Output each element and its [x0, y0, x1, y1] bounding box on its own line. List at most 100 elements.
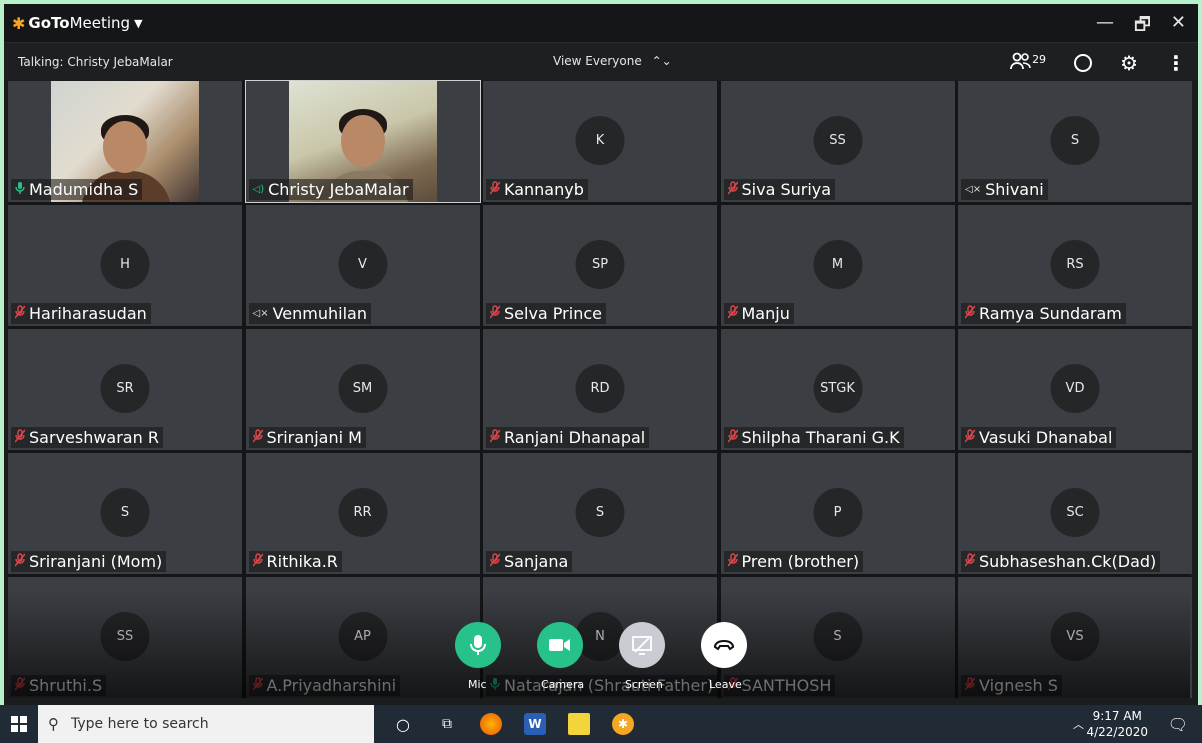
more-options-icon[interactable]: ⋮ — [1166, 51, 1186, 75]
app-name-rest: Meeting — [69, 14, 131, 32]
firefox-icon[interactable] — [480, 713, 502, 735]
participant-tile[interactable]: K Kannanyb — [483, 81, 717, 202]
participant-nameplate: Sriranjani (Mom) — [11, 551, 167, 572]
participant-avatar: RR — [338, 488, 387, 537]
window-controls: — 🗗 ✕ — [1096, 12, 1186, 42]
gotomeeting-taskbar-icon[interactable]: ✱ — [612, 713, 634, 735]
mic-label: Mic — [468, 678, 487, 691]
mic-muted-icon — [489, 181, 501, 198]
view-selector-label: View Everyone — [553, 54, 642, 68]
participant-avatar: RD — [575, 364, 625, 413]
participant-tile[interactable]: Madumidha S — [8, 81, 242, 202]
participant-tile[interactable]: SR Sarveshwaran R — [8, 329, 242, 450]
participant-name: Shivani — [985, 180, 1044, 199]
participant-nameplate: Manju — [723, 303, 794, 324]
participant-nameplate: Sarveshwaran R — [11, 427, 163, 448]
participant-avatar: STGK — [813, 364, 862, 413]
participant-count: 29 — [1032, 52, 1047, 66]
participant-avatar: SS — [813, 116, 862, 165]
participant-tile[interactable]: STGK Shilpha Tharani G.K — [720, 329, 955, 450]
participant-tile[interactable]: VS Vignesh S — [958, 577, 1192, 698]
participant-avatar: H — [100, 240, 150, 289]
settings-gear-icon[interactable]: ⚙ — [1120, 51, 1138, 75]
participant-grid: Madumidha S ◁) Christy JebaMalar K Kannanyb S… — [8, 80, 1192, 698]
participant-nameplate: Vasuki Dhanabal — [961, 427, 1117, 448]
task-view-icon[interactable]: ⧉ — [436, 713, 458, 735]
participant-avatar: AP — [338, 612, 387, 661]
participant-tile[interactable]: SS Siva Suriya — [720, 81, 955, 202]
participant-nameplate: Shruthi.S — [11, 675, 107, 696]
participant-nameplate: Rithika.R — [248, 551, 342, 572]
participant-name: Vignesh S — [979, 676, 1058, 695]
sticky-notes-icon[interactable] — [568, 713, 590, 735]
system-clock[interactable]: 9:17 AM 4/22/2020 — [1086, 708, 1148, 740]
participant-avatar: SM — [338, 364, 387, 413]
participant-tile[interactable]: RR Rithika.R — [245, 453, 480, 574]
participant-tile[interactable]: S SANTHOSH — [720, 577, 955, 698]
start-button[interactable] — [0, 705, 38, 743]
word-icon[interactable]: W — [524, 713, 546, 735]
participant-avatar: SR — [100, 364, 150, 413]
participant-nameplate: Madumidha S — [11, 179, 143, 200]
participant-avatar: SC — [1050, 488, 1100, 537]
screen-share-off-icon — [632, 636, 652, 655]
participant-tile[interactable]: RS Ramya Sundaram — [958, 205, 1192, 326]
participant-name: Shruthi.S — [29, 676, 103, 695]
participant-nameplate: Selva Prince — [486, 303, 606, 324]
talking-indicator: Talking: Christy JebaMalar — [18, 54, 173, 69]
meeting-toolbar: Talking: Christy JebaMalar View Everyone… — [4, 42, 1198, 80]
participant-tile[interactable]: SC Subhaseshan.Ck(Dad) — [958, 453, 1192, 574]
notification-icon[interactable]: 🗨 — [1168, 715, 1188, 734]
participant-tile[interactable]: SS Shruthi.S — [8, 577, 242, 698]
mic-muted-icon — [726, 553, 739, 570]
updown-chevron-icon: ⌃⌄ — [651, 54, 672, 68]
participant-tile[interactable]: ◁) Christy JebaMalar — [244, 80, 481, 203]
speaker-off-icon: ◁× — [965, 184, 982, 195]
participant-tile[interactable]: M Manju — [720, 205, 955, 326]
camera-button[interactable] — [537, 622, 583, 668]
participant-nameplate: Prem (brother) — [723, 551, 864, 572]
tray-chevron-up-icon[interactable]: ︿ — [1073, 716, 1084, 732]
mic-button[interactable] — [455, 622, 501, 668]
participant-tile[interactable]: SM Sriranjani M — [245, 329, 480, 450]
chat-icon[interactable] — [1074, 54, 1093, 72]
participant-tile[interactable]: S ◁× Shivani — [958, 81, 1192, 202]
participant-tile[interactable]: V ◁× Venmuhilan — [245, 205, 480, 326]
participant-tile[interactable]: P Prem (brother) — [720, 453, 955, 574]
screen-share-button[interactable] — [619, 622, 665, 668]
speaker-off-icon: ◁× — [252, 308, 269, 319]
participants-button[interactable]: 29 — [1010, 52, 1046, 75]
minimize-button[interactable]: — — [1096, 12, 1114, 42]
mic-muted-icon — [14, 429, 26, 446]
mic-muted-icon — [251, 429, 264, 446]
participant-tile[interactable]: S Sriranjani (Mom) — [8, 453, 242, 574]
participant-avatar: S — [813, 612, 862, 661]
taskbar-search-box[interactable]: ⚲ Type here to search — [38, 705, 374, 743]
participant-tile[interactable]: SP Selva Prince — [483, 205, 717, 326]
participant-name: Ranjani Dhanapal — [504, 428, 646, 447]
mic-muted-icon — [14, 305, 26, 322]
restore-button[interactable]: 🗗 — [1134, 12, 1151, 42]
participant-name: Kannanyb — [504, 180, 584, 199]
participant-nameplate: Ranjani Dhanapal — [486, 427, 650, 448]
close-button[interactable]: ✕ — [1171, 12, 1186, 42]
mic-muted-icon — [726, 305, 739, 322]
cortana-circle-icon[interactable]: ○ — [392, 713, 414, 735]
participant-avatar: K — [575, 116, 625, 165]
participant-name: Madumidha S — [29, 180, 139, 199]
participant-tile[interactable]: AP A.Priyadharshini — [245, 577, 480, 698]
participant-name: Siva Suriya — [741, 180, 832, 199]
participant-nameplate: Subhaseshan.Ck(Dad) — [961, 551, 1161, 572]
app-logo-menu[interactable]: ✱ GoTo Meeting ▼ — [12, 14, 143, 33]
participant-tile[interactable]: H Hariharasudan — [8, 205, 242, 326]
participant-tile[interactable]: VD Vasuki Dhanabal — [958, 329, 1192, 450]
view-selector[interactable]: View Everyone ⌃⌄ — [553, 54, 672, 68]
participant-tile[interactable]: S Sanjana — [483, 453, 717, 574]
leave-button[interactable] — [701, 622, 747, 668]
participant-avatar: VD — [1050, 364, 1100, 413]
participant-avatar: RS — [1050, 240, 1100, 289]
participant-nameplate: Sanjana — [486, 551, 573, 572]
participant-tile[interactable]: RD Ranjani Dhanapal — [483, 329, 717, 450]
participant-nameplate: ◁× Shivani — [961, 179, 1048, 200]
people-icon — [1010, 52, 1031, 69]
